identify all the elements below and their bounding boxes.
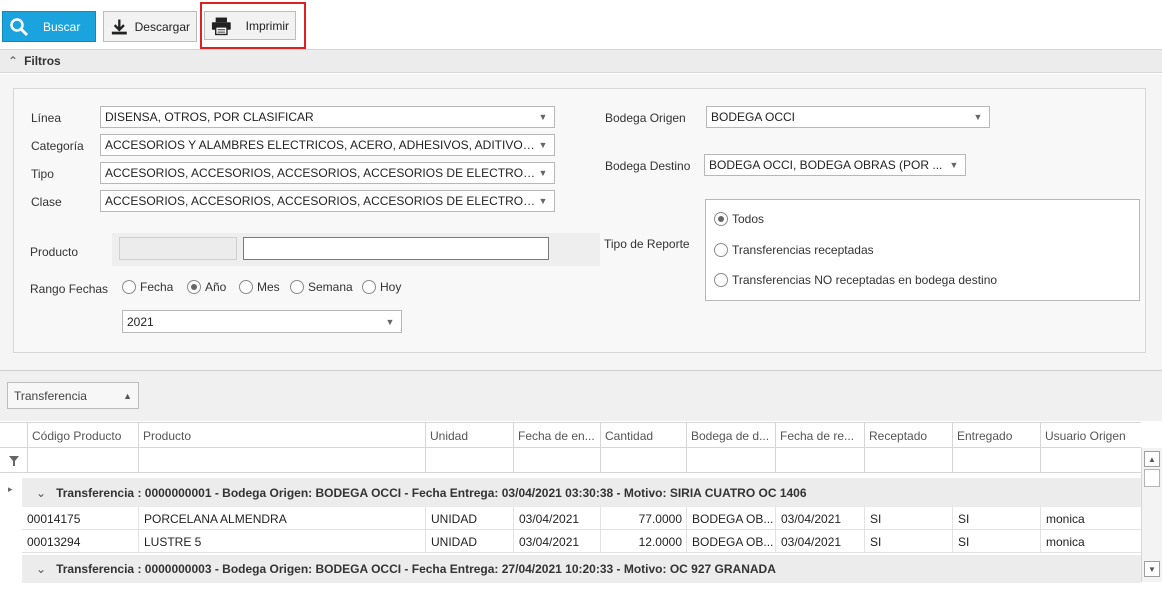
col-fecha-recepcion[interactable]: Fecha de re...	[775, 423, 864, 449]
chevron-down-icon: ⌄	[36, 562, 47, 576]
bodega-origen-combo[interactable]: BODEGA OCCI ▼	[706, 106, 990, 128]
rango-fechas-label: Rango Fechas	[30, 282, 109, 296]
chevron-down-icon: ▼	[385, 316, 395, 327]
filter-cell[interactable]	[1040, 448, 1141, 473]
clase-value: ACCESORIOS, ACCESORIOS, ACCESORIOS, ACCE…	[105, 194, 536, 208]
radio-mes[interactable]: Mes	[239, 280, 280, 294]
radio-no-receptadas[interactable]: Transferencias NO receptadas en bodega d…	[714, 273, 997, 287]
radio-semana[interactable]: Semana	[290, 280, 353, 294]
filter-cell[interactable]	[513, 448, 600, 473]
buscar-button[interactable]: Buscar	[2, 11, 96, 42]
grid-filter-row	[0, 448, 1141, 473]
vertical-scrollbar[interactable]: ▲ ▼	[1141, 448, 1162, 582]
group-row-2[interactable]: ⌄ Transferencia : 0000000003 - Bodega Or…	[22, 555, 1141, 583]
buscar-label: Buscar	[43, 19, 81, 34]
row-indicator-icon: ▸	[8, 484, 13, 494]
filtros-header[interactable]: ⌃ Filtros	[0, 49, 1162, 73]
categoria-label: Categoría	[31, 139, 84, 153]
chevron-down-icon: ⌄	[36, 485, 47, 500]
filter-icon	[0, 448, 27, 473]
bodega-origen-value: BODEGA OCCI	[711, 110, 796, 124]
producto-label: Producto	[30, 245, 79, 259]
group-by-panel	[0, 371, 1162, 421]
filter-cell[interactable]	[27, 448, 138, 473]
year-value: 2021	[127, 314, 154, 329]
filter-cell[interactable]	[425, 448, 513, 473]
col-unidad[interactable]: Unidad	[425, 423, 513, 449]
chevron-down-icon: ▼	[538, 168, 548, 178]
year-combo[interactable]: 2021 ▼	[122, 310, 402, 333]
scroll-up-icon[interactable]: ▲	[1144, 451, 1160, 467]
col-fecha-entrega[interactable]: Fecha de en...	[513, 423, 600, 449]
bodega-destino-label: Bodega Destino	[605, 159, 691, 173]
group-header-text: Transferencia : 0000000003 - Bodega Orig…	[56, 562, 776, 576]
linea-combo[interactable]: DISENSA, OTROS, POR CLASIFICAR ▼	[100, 106, 555, 128]
filter-cell[interactable]	[952, 448, 1040, 473]
radio-ano[interactable]: Año	[187, 280, 226, 294]
descargar-label: Descargar	[134, 19, 190, 34]
sort-up-icon: ▲	[123, 390, 132, 401]
col-cantidad[interactable]: Cantidad	[600, 423, 686, 449]
chevron-down-icon: ▼	[538, 112, 548, 122]
col-entregado[interactable]: Entregado	[952, 423, 1040, 449]
chevron-down-icon: ▼	[538, 140, 548, 150]
col-producto[interactable]: Producto	[138, 423, 425, 449]
linea-value: DISENSA, OTROS, POR CLASIFICAR	[105, 110, 314, 124]
row-indicator-header	[0, 423, 27, 449]
radio-receptadas[interactable]: Transferencias receptadas	[714, 243, 874, 257]
table-row[interactable]: 00014175 PORCELANA ALMENDRA UNIDAD 03/04…	[22, 507, 1141, 530]
search-icon	[10, 17, 29, 36]
highlight-box	[200, 2, 306, 49]
radio-hoy[interactable]: Hoy	[362, 280, 401, 294]
filter-cell[interactable]	[864, 448, 952, 473]
download-icon	[111, 19, 127, 34]
group-by-label: Transferencia	[14, 388, 87, 403]
radio-fecha[interactable]: Fecha	[122, 280, 173, 294]
table-row[interactable]: 00013294 LUSTRE 5 UNIDAD 03/04/2021 12.0…	[22, 530, 1141, 553]
scroll-thumb[interactable]	[1144, 469, 1160, 487]
bodega-origen-label: Bodega Origen	[605, 111, 686, 125]
categoria-value: ACCESORIOS Y ALAMBRES ELECTRICOS, ACERO,…	[105, 138, 536, 152]
grid-header-row: Código Producto Producto Unidad Fecha de…	[0, 422, 1141, 449]
scroll-down-icon[interactable]: ▼	[1144, 561, 1160, 577]
group-header-text: Transferencia : 0000000001 - Bodega Orig…	[56, 485, 807, 500]
tipo-label: Tipo	[31, 167, 54, 181]
clase-label: Clase	[31, 195, 62, 209]
categoria-combo[interactable]: ACCESORIOS Y ALAMBRES ELECTRICOS, ACERO,…	[100, 134, 555, 156]
tipo-value: ACCESORIOS, ACCESORIOS, ACCESORIOS, ACCE…	[105, 166, 536, 180]
col-usuario-origen[interactable]: Usuario Origen	[1040, 423, 1141, 449]
radio-todos[interactable]: Todos	[714, 212, 764, 226]
producto-input[interactable]	[243, 237, 549, 260]
filtros-title: Filtros	[24, 54, 61, 68]
filter-cell[interactable]	[138, 448, 425, 473]
col-receptado[interactable]: Receptado	[864, 423, 952, 449]
tipo-reporte-label: Tipo de Reporte	[604, 237, 690, 251]
tipo-combo[interactable]: ACCESORIOS, ACCESORIOS, ACCESORIOS, ACCE…	[100, 162, 555, 184]
filter-cell[interactable]	[686, 448, 775, 473]
chevron-up-icon: ⌃	[8, 54, 19, 68]
linea-label: Línea	[31, 111, 62, 125]
filter-cell[interactable]	[600, 448, 686, 473]
chevron-down-icon: ▼	[538, 196, 548, 206]
col-bodega-destino[interactable]: Bodega de d...	[686, 423, 775, 449]
clase-combo[interactable]: ACCESORIOS, ACCESORIOS, ACCESORIOS, ACCE…	[100, 190, 555, 212]
bodega-destino-value: BODEGA OCCI, BODEGA OBRAS (POR ...	[709, 158, 943, 172]
producto-code-input[interactable]	[119, 237, 237, 260]
group-row-1[interactable]: ⌄ Transferencia : 0000000001 - Bodega Or…	[22, 478, 1141, 507]
descargar-button[interactable]: Descargar	[103, 11, 197, 42]
group-by-chip[interactable]: Transferencia ▲	[7, 382, 139, 409]
filter-cell[interactable]	[775, 448, 864, 473]
col-codigo-producto[interactable]: Código Producto	[27, 423, 138, 449]
chevron-down-icon: ▼	[949, 160, 959, 170]
bodega-destino-combo[interactable]: BODEGA OCCI, BODEGA OBRAS (POR ... ▼	[704, 154, 966, 176]
chevron-down-icon: ▼	[973, 112, 983, 122]
